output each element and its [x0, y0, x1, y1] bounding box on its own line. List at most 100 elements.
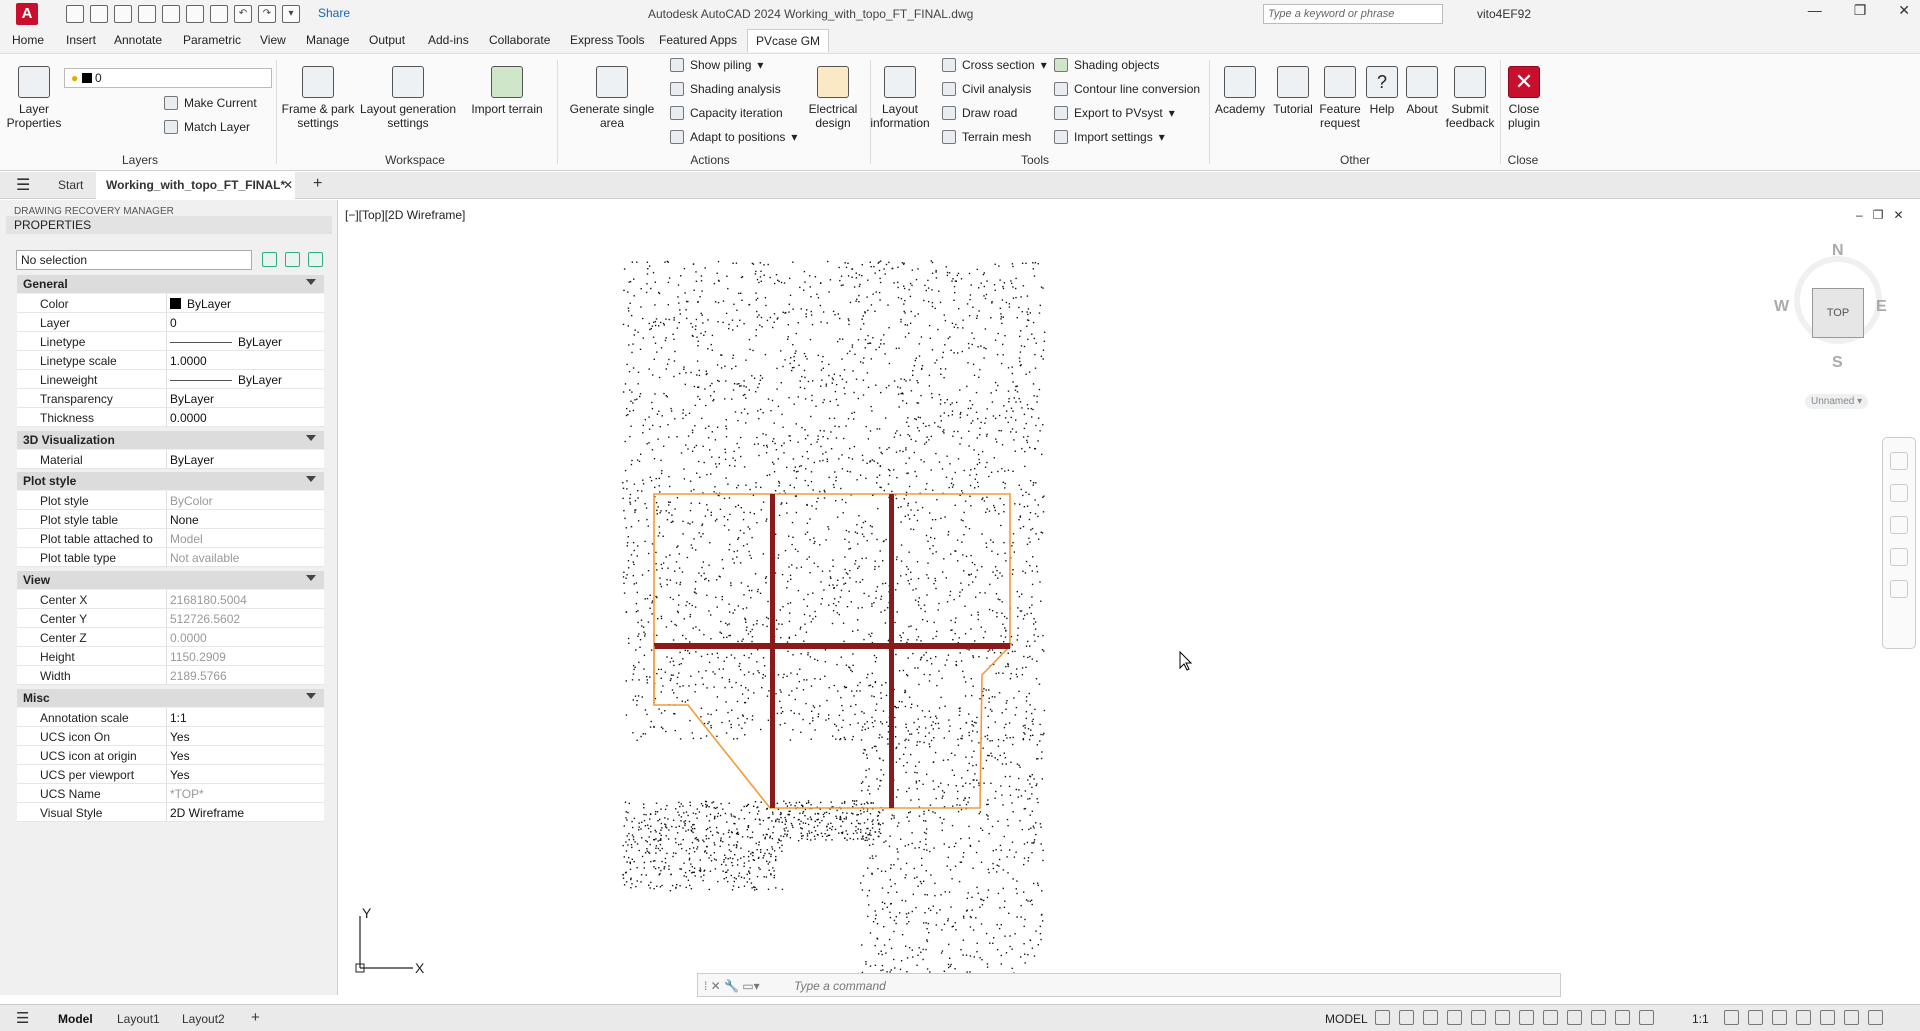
prop-thickness[interactable]: Thickness 0.0000 — [17, 408, 324, 427]
plot-icon[interactable] — [210, 5, 228, 23]
layout2-tab[interactable]: Layout2 — [182, 1012, 225, 1026]
prop-height[interactable]: Height 1150.2909 — [17, 647, 324, 666]
add-layout-icon[interactable]: + — [251, 1009, 260, 1026]
viewcube-top-face[interactable]: TOP — [1812, 288, 1864, 338]
prop-ucs-name[interactable]: UCS Name *TOP* — [17, 784, 324, 803]
prop-center-x[interactable]: Center X 2168180.5004 — [17, 590, 324, 609]
layout-generation-settings-button[interactable]: Layout generation settings — [358, 66, 458, 130]
layer-dropdown[interactable]: ● 0 — [64, 68, 272, 88]
close-tab-icon[interactable]: ✕ — [283, 178, 293, 192]
pv-row-horizontal[interactable] — [654, 643, 1010, 649]
selection-dropdown[interactable]: No selection — [16, 250, 252, 270]
drawing-canvas[interactable] — [340, 200, 1920, 995]
selection-cycling-icon[interactable] — [1591, 1010, 1606, 1025]
feature-request-button[interactable]: Feature request — [1316, 66, 1364, 130]
terrain-mesh-button[interactable]: Terrain mesh — [942, 130, 1031, 144]
ortho-icon[interactable] — [1423, 1010, 1438, 1025]
command-input[interactable]: Type a command — [794, 979, 886, 993]
search-input[interactable]: Type a keyword or phrase — [1263, 4, 1443, 24]
category-plot-style[interactable]: Plot style — [17, 472, 324, 490]
workspace-gear-icon[interactable] — [1724, 1010, 1739, 1025]
file-tabs-menu-icon[interactable]: ☰ — [16, 175, 30, 195]
match-layer-button[interactable]: Match Layer — [164, 120, 250, 134]
tab-featured-apps[interactable]: Featured Apps — [659, 33, 737, 47]
grid-icon[interactable] — [1375, 1010, 1390, 1025]
zoom-extents-icon[interactable] — [1890, 516, 1908, 534]
tab-pvcase-gm[interactable]: PVcase GM — [747, 29, 830, 52]
tab-output[interactable]: Output — [369, 33, 405, 47]
draw-road-button[interactable]: Draw road — [942, 106, 1017, 120]
viewcube[interactable]: TOP N S E W — [1774, 236, 1887, 376]
layout1-tab[interactable]: Layout1 — [117, 1012, 160, 1026]
customize-qat-icon[interactable]: ▾ — [282, 5, 300, 23]
panel-title-layers[interactable]: Layers — [115, 153, 165, 167]
prop-ucs-icon-on[interactable]: UCS icon On Yes — [17, 727, 324, 746]
layout-menu-icon[interactable]: ☰ — [16, 1009, 29, 1027]
shading-objects-button[interactable]: Shading objects — [1054, 58, 1159, 72]
prop-plot-style-table[interactable]: Plot style table None — [17, 510, 324, 529]
prop-plot-table-attached[interactable]: Plot table attached to Model — [17, 529, 324, 548]
new-tab-icon[interactable]: + — [313, 175, 322, 193]
save-icon[interactable] — [114, 5, 132, 23]
prop-center-z[interactable]: Center Z 0.0000 — [17, 628, 324, 647]
isolate-objects-icon[interactable] — [1820, 1010, 1835, 1025]
restore-icon[interactable]: ❐ — [1854, 2, 1867, 19]
site-layout-drawing[interactable] — [340, 200, 1920, 995]
civil-analysis-button[interactable]: Civil analysis — [942, 82, 1031, 96]
orbit-icon[interactable] — [1890, 548, 1908, 566]
electrical-design-button[interactable]: Electrical design — [802, 66, 864, 130]
viewport-minimize-icon[interactable]: – — [1856, 208, 1863, 222]
cross-section-button[interactable]: Cross section ▾ — [942, 58, 1047, 72]
annotation-visibility-icon[interactable] — [1615, 1010, 1630, 1025]
category-view[interactable]: View — [17, 571, 324, 589]
quick-properties-icon[interactable] — [1796, 1010, 1811, 1025]
snap-icon[interactable] — [1399, 1010, 1414, 1025]
site-boundary[interactable] — [653, 493, 1011, 809]
import-terrain-button[interactable]: Import terrain — [466, 66, 548, 116]
prop-material[interactable]: Material ByLayer — [17, 450, 324, 469]
viewport-restore-icon[interactable]: ❐ — [1873, 208, 1884, 222]
save-web-icon[interactable] — [186, 5, 204, 23]
share-button[interactable]: Share — [318, 6, 350, 20]
start-tab[interactable]: Start — [58, 178, 83, 192]
customization-icon[interactable] — [1868, 1010, 1883, 1025]
user-account[interactable]: vito4EF92 — [1477, 7, 1531, 21]
tab-insert[interactable]: Insert — [66, 33, 96, 47]
prop-plot-table-type[interactable]: Plot table type Not available — [17, 548, 324, 567]
category-general[interactable]: General — [17, 275, 324, 293]
redo-icon[interactable]: ↷ — [258, 5, 276, 23]
model-tab[interactable]: Model — [58, 1012, 93, 1026]
layer-properties-button[interactable]: Layer Properties — [6, 66, 62, 130]
layout-information-button[interactable]: Layout information — [868, 66, 932, 130]
submit-feedback-button[interactable]: Submit feedback — [1444, 66, 1496, 130]
tutorial-button[interactable]: Tutorial — [1268, 66, 1318, 116]
prop-linetype[interactable]: Linetype ByLayer — [17, 332, 324, 351]
autoscale-icon[interactable] — [1639, 1010, 1654, 1025]
select-objects-icon[interactable] — [285, 252, 300, 267]
new-icon[interactable] — [66, 5, 84, 23]
open-icon[interactable] — [90, 5, 108, 23]
prop-lineweight[interactable]: Lineweight ByLayer — [17, 370, 324, 389]
prop-ucs-icon-origin[interactable]: UCS icon at origin Yes — [17, 746, 324, 765]
undo-icon[interactable]: ↶ — [234, 5, 252, 23]
category-3d-visualization[interactable]: 3D Visualization — [17, 431, 324, 449]
steering-wheel-icon[interactable] — [1890, 452, 1908, 470]
annotation-scale-button[interactable]: 1:1 — [1692, 1012, 1709, 1026]
properties-header[interactable]: PROPERTIES — [6, 216, 332, 234]
tab-manage[interactable]: Manage — [306, 33, 349, 47]
help-button[interactable]: ? Help — [1364, 66, 1400, 116]
capacity-iteration-button[interactable]: Capacity iteration — [670, 106, 783, 120]
shading-analysis-button[interactable]: Shading analysis — [670, 82, 781, 96]
show-piling-button[interactable]: Show piling ▾ — [670, 58, 763, 72]
contour-line-conversion-button[interactable]: Contour line conversion — [1054, 82, 1200, 96]
isodraft-icon[interactable] — [1471, 1010, 1486, 1025]
polar-icon[interactable] — [1447, 1010, 1462, 1025]
close-window-icon[interactable]: ✕ — [1898, 2, 1910, 19]
close-plugin-button[interactable]: ✕ Close plugin — [1502, 66, 1546, 130]
prop-layer[interactable]: Layer 0 — [17, 313, 324, 332]
quick-select-icon[interactable] — [308, 252, 323, 267]
compass-north[interactable]: N — [1832, 242, 1844, 260]
viewport-close-icon[interactable]: ✕ — [1893, 208, 1903, 222]
prop-linetype-scale[interactable]: Linetype scale 1.0000 — [17, 351, 324, 370]
academy-button[interactable]: Academy — [1212, 66, 1268, 116]
